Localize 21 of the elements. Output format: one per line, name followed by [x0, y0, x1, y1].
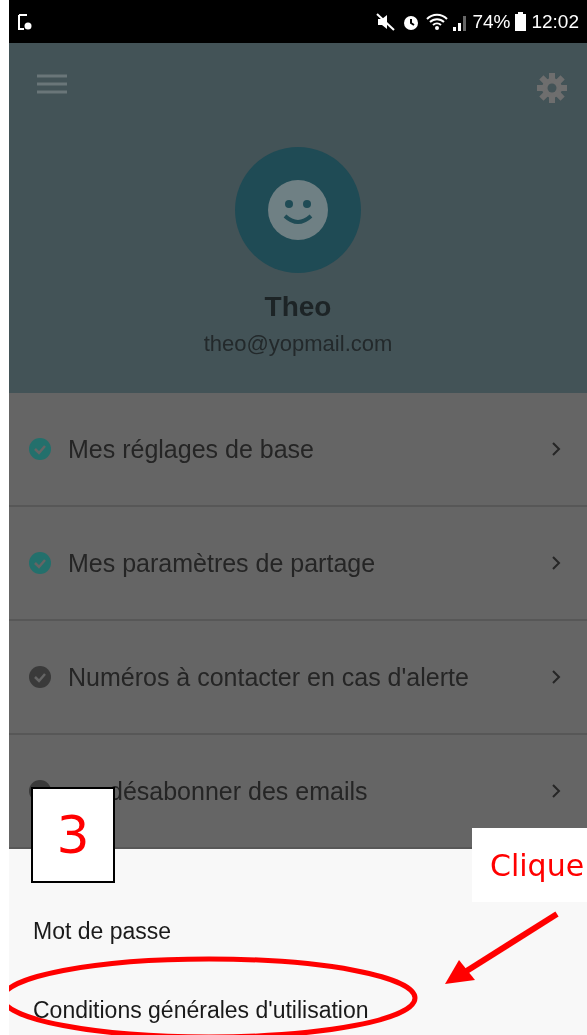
wifi-icon	[426, 12, 449, 31]
step-number: 3	[31, 787, 115, 883]
settings-row[interactable]: Mes paramètres de partage	[9, 507, 587, 621]
callout-label: Clique	[472, 828, 587, 902]
clock-time: 12:02	[531, 10, 579, 33]
settings-row[interactable]: Mes réglages de base	[9, 393, 587, 507]
chevron-right-icon	[551, 555, 561, 571]
setting-label: Mes paramètres de partage	[68, 548, 376, 578]
mute-icon	[376, 12, 397, 31]
settings-row[interactable]: Numéros à contacter en cas d'alerte	[9, 621, 587, 735]
setting-label: Mes réglages de base	[68, 434, 314, 464]
sheet-menu-item[interactable]: Mot de passe	[9, 891, 172, 970]
chevron-right-icon	[551, 669, 561, 685]
battery-percentage: 74%	[472, 10, 511, 33]
screen-record-icon	[17, 12, 33, 31]
smiley-icon	[268, 180, 328, 240]
chevron-right-icon	[551, 441, 561, 457]
battery-icon	[515, 12, 527, 31]
menu-icon[interactable]	[37, 73, 67, 95]
chevron-right-icon	[551, 783, 561, 799]
setting-label: Numéros à contacter en cas d'alerte	[68, 662, 469, 692]
